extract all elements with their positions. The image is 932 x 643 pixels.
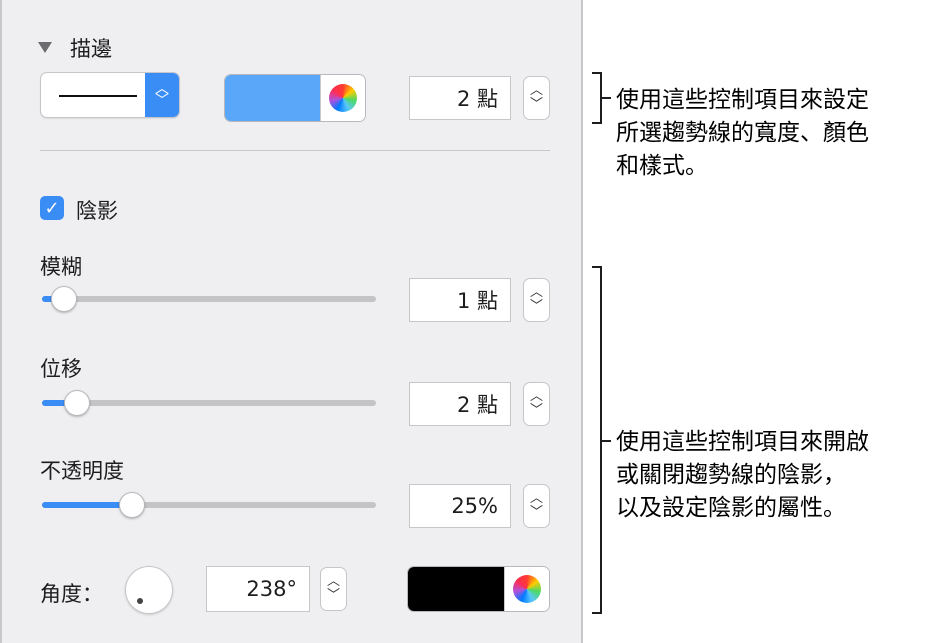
stepper-up-icon[interactable]: ︿: [327, 575, 340, 589]
offset-value: 2 點: [456, 393, 498, 417]
angle-label: 角度：: [40, 582, 103, 606]
shadow-color-well[interactable]: [407, 566, 550, 612]
blur-field[interactable]: 1 點: [409, 278, 511, 322]
opacity-stepper[interactable]: ︿ ﹀: [523, 484, 550, 528]
line-style-preview: [59, 95, 137, 97]
opacity-value: 25%: [451, 494, 498, 518]
angle-field[interactable]: 238°: [206, 566, 310, 612]
opacity-slider-knob[interactable]: [119, 492, 145, 518]
stepper-up-icon[interactable]: ︿: [530, 286, 543, 300]
offset-stepper[interactable]: ︿ ﹀: [523, 382, 550, 426]
callout-line: 使用這些控制項目來開啟: [616, 429, 869, 455]
stroke-width-stepper[interactable]: ︿ ﹀: [523, 76, 550, 120]
shadow-color-swatch[interactable]: [408, 567, 504, 611]
blur-stepper[interactable]: ︿ ﹀: [523, 278, 550, 322]
opacity-label: 不透明度: [40, 459, 124, 483]
line-style-popup[interactable]: ︿ ﹀: [40, 72, 180, 118]
section-divider: [40, 150, 550, 151]
stroke-color-swatch[interactable]: [225, 75, 320, 121]
stroke-callout-tick: [601, 97, 611, 99]
callout-line: 使用這些控制項目來設定: [616, 87, 869, 113]
checkmark-icon: ✓: [44, 197, 60, 219]
stepper-up-icon[interactable]: ︿: [530, 492, 543, 506]
offset-slider-knob[interactable]: [63, 390, 90, 416]
stroke-width-value: 2 點: [456, 87, 498, 111]
stroke-section-title: 描邊: [70, 37, 112, 61]
disclosure-triangle-icon[interactable]: [38, 42, 52, 53]
stepper-down-icon[interactable]: ﹀: [530, 506, 543, 520]
up-down-chevron-icon: ︿ ﹀: [145, 73, 179, 117]
blur-slider-knob[interactable]: [51, 286, 78, 312]
angle-dial-indicator: [137, 598, 143, 604]
stepper-down-icon[interactable]: ﹀: [327, 589, 340, 603]
opacity-slider[interactable]: [42, 492, 376, 518]
color-wheel-icon: [329, 84, 357, 112]
blur-value: 1 點: [456, 289, 498, 313]
offset-label: 位移: [40, 357, 82, 381]
stepper-up-icon[interactable]: ︿: [530, 390, 543, 404]
format-sidebar: 描邊 ︿ ﹀ 2 點 ︿ ﹀ ✓ 陰影 模糊 1 點 ︿ ﹀ 位移 2 點 ︿ …: [0, 0, 583, 643]
stepper-down-icon[interactable]: ﹀: [530, 404, 543, 418]
offset-slider[interactable]: [42, 390, 376, 416]
angle-dial[interactable]: [125, 566, 173, 614]
blur-label: 模糊: [40, 255, 82, 279]
angle-stepper[interactable]: ︿ ﹀: [320, 567, 347, 611]
angle-value: 238°: [246, 577, 297, 601]
shadow-checkbox-label: 陰影: [76, 199, 118, 223]
shadow-checkbox[interactable]: ✓: [40, 196, 64, 220]
blur-slider[interactable]: [42, 286, 376, 312]
stroke-color-well[interactable]: [224, 74, 366, 122]
offset-field[interactable]: 2 點: [409, 382, 511, 426]
shadow-callout-text: 使用這些控制項目來開啟 或關閉趨勢線的陰影， 以及設定陰影的屬性。: [616, 426, 869, 525]
stroke-color-wheel-button[interactable]: [320, 75, 365, 121]
callout-line: 所選趨勢線的寬度、顏色: [616, 120, 869, 146]
shadow-callout-tick: [601, 440, 611, 442]
opacity-field[interactable]: 25%: [409, 484, 511, 528]
stepper-down-icon[interactable]: ﹀: [530, 300, 543, 314]
callout-line: 以及設定陰影的屬性。: [616, 495, 846, 521]
stroke-width-field[interactable]: 2 點: [409, 76, 511, 120]
callout-line: 和樣式。: [616, 153, 708, 179]
stepper-up-icon[interactable]: ︿: [530, 84, 543, 98]
stepper-down-icon[interactable]: ﹀: [530, 98, 543, 112]
shadow-color-wheel-button[interactable]: [504, 567, 549, 611]
stroke-callout-text: 使用這些控制項目來設定 所選趨勢線的寬度、顏色 和樣式。: [616, 84, 869, 183]
callout-line: 或關閉趨勢線的陰影，: [616, 462, 846, 488]
color-wheel-icon: [513, 575, 541, 603]
